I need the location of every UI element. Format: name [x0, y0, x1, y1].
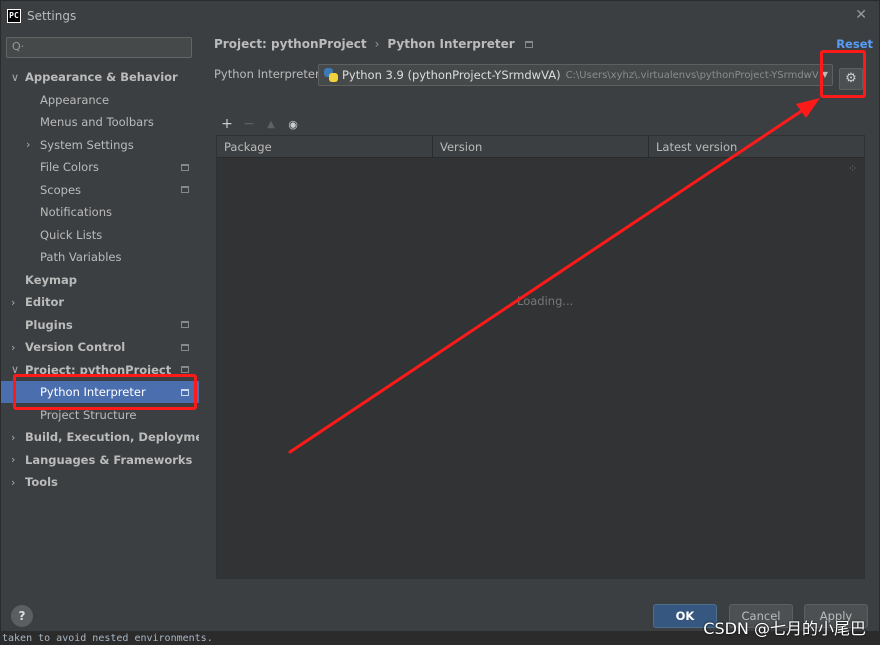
breadcrumb-separator: › [374, 37, 380, 51]
chevron-right-icon[interactable]: › [11, 296, 15, 309]
project-level-icon [181, 366, 189, 373]
upgrade-package-button[interactable]: ▲ [260, 119, 282, 130]
chevron-down-icon[interactable]: ∨ [11, 71, 19, 84]
column-version[interactable]: Version [433, 136, 649, 158]
sidebar-item-label: Plugins [25, 317, 73, 332]
window-title: Settings [27, 9, 77, 23]
sidebar-item-label: Version Control [25, 340, 126, 354]
package-table: Package Version Latest version ⁘ Loading… [216, 135, 865, 579]
sidebar-item-label: System Settings [40, 137, 134, 152]
sidebar-item-languages-frameworks[interactable]: › Languages & Frameworks [1, 449, 199, 471]
chevron-right-icon[interactable]: › [11, 341, 15, 354]
sidebar-item-label: Tools [25, 475, 58, 489]
sidebar-item-menus-and-toolbars[interactable]: Menus and Toolbars [1, 111, 199, 133]
search-input[interactable]: Q· [6, 37, 192, 58]
title-bar: PC Settings ✕ [1, 1, 879, 31]
sidebar-item-system-settings[interactable]: › System Settings [1, 134, 199, 156]
column-latest-version[interactable]: Latest version [649, 136, 864, 158]
annotation-box-interpreter-item [13, 374, 197, 410]
sidebar-item-path-variables[interactable]: Path Variables [1, 246, 199, 268]
project-level-icon [181, 186, 189, 193]
sidebar-item-label: Scopes [40, 182, 82, 197]
help-button[interactable]: ? [11, 605, 33, 627]
sidebar-item-label: File Colors [40, 160, 99, 174]
breadcrumb-project[interactable]: Project: pythonProject [214, 37, 367, 51]
sidebar-item-file-colors[interactable]: File Colors [1, 156, 199, 178]
sidebar-item-build-execution-deployment[interactable]: › Build, Execution, Deployment [1, 426, 217, 448]
settings-sidebar: Q· ∨ Appearance & Behavior Appearance Menus… [1, 31, 217, 594]
sidebar-item-label: Keymap [25, 272, 77, 287]
interpreter-path: C:\Users\xyhz\.virtualenvs\pythonProject… [565, 69, 833, 81]
sidebar-item-label: Build, Execution, Deployment [25, 430, 217, 444]
breadcrumb-page: Python Interpreter [387, 37, 515, 51]
sidebar-item-tools[interactable]: › Tools [1, 471, 199, 493]
table-header: Package Version Latest version [217, 136, 864, 158]
reset-link[interactable]: Reset [836, 37, 873, 51]
close-icon[interactable]: ✕ [855, 7, 867, 23]
watermark: CSDN @七月的小尾巴 [703, 619, 866, 638]
pycharm-logo-icon: PC [7, 9, 21, 23]
sidebar-item-label: Editor [25, 295, 65, 309]
eye-icon[interactable]: ◉ [282, 118, 304, 131]
interpreter-select[interactable]: Python 3.9 (pythonProject-YSrmdwVA) C:\U… [318, 64, 833, 86]
search-icon: Q· [12, 40, 25, 53]
breadcrumb: Project: pythonProject › Python Interpre… [214, 37, 533, 51]
chevron-right-icon[interactable]: › [11, 476, 15, 489]
project-level-icon [524, 40, 533, 48]
chevron-right-icon[interactable]: › [11, 453, 15, 466]
interpreter-label: Python Interpreter: [214, 67, 324, 81]
sidebar-item-label: Quick Lists [40, 227, 103, 242]
sidebar-item-version-control[interactable]: › Version Control [1, 336, 199, 358]
sidebar-item-label: Menus and Toolbars [40, 115, 154, 129]
sidebar-item-label: Appearance & Behavior [25, 70, 178, 84]
main-panel: Project: pythonProject › Python Interpre… [199, 31, 879, 594]
sidebar-item-editor[interactable]: › Editor [1, 291, 199, 313]
loading-text: Loading... [517, 294, 574, 308]
settings-window: PC Settings ✕ Q· ∨ Appearance & Behavior A… [0, 0, 880, 632]
sidebar-item-notifications[interactable]: Notifications [1, 201, 199, 223]
project-level-icon [181, 321, 189, 328]
annotation-box-gear [820, 50, 866, 98]
project-level-icon [181, 343, 189, 351]
python-icon [324, 68, 338, 82]
project-level-icon [181, 163, 189, 171]
sidebar-item-label: Appearance [40, 92, 110, 107]
sidebar-item-keymap[interactable]: Keymap [1, 269, 199, 291]
sidebar-item-label: Notifications [40, 205, 112, 219]
package-toolbar: + − ▲ ◉ [216, 113, 865, 135]
loading-spinner-icon: ⁘ [848, 162, 858, 175]
chevron-right-icon[interactable]: › [11, 431, 15, 444]
remove-package-button[interactable]: − [238, 116, 260, 132]
sidebar-item-scopes[interactable]: Scopes [1, 179, 199, 201]
sidebar-item-quick-lists[interactable]: Quick Lists [1, 224, 199, 246]
sidebar-item-plugins[interactable]: Plugins [1, 314, 199, 336]
sidebar-item-label: Path Variables [40, 250, 122, 264]
chevron-right-icon[interactable]: › [26, 138, 30, 151]
interpreter-name: Python 3.9 (pythonProject-YSrmdwVA) [342, 68, 561, 82]
add-package-button[interactable]: + [216, 116, 238, 132]
sidebar-item-label: Languages & Frameworks [25, 452, 193, 467]
column-package[interactable]: Package [217, 136, 433, 158]
sidebar-item-appearance[interactable]: Appearance [1, 89, 199, 111]
sidebar-item-appearance-behavior[interactable]: ∨ Appearance & Behavior [1, 66, 199, 88]
interpreter-row: Python Interpreter: Python 3.9 (pythonPr… [214, 64, 833, 86]
